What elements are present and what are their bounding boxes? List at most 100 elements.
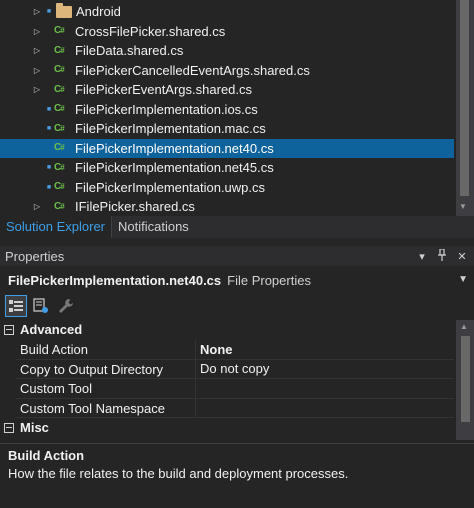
source-control-lock-icon: ■ [46,8,52,16]
lock-placeholder [44,139,54,158]
tab-notifications[interactable]: Notifications [112,216,195,238]
object-type: File Properties [227,272,311,288]
expand-arrow-icon[interactable]: ▷ [32,197,42,216]
expand-arrow-icon[interactable]: ▷ [32,22,42,41]
source-control-lock-icon: ■ [46,183,52,191]
property-row-custom-tool-namespace[interactable]: Custom Tool Namespace [16,398,454,418]
csharp-file-icon: C# [54,44,65,56]
collapse-icon[interactable] [4,324,14,335]
tree-item-label: IFilePicker.shared.cs [75,199,195,215]
properties-header: Properties ▾ ✕ [0,246,474,266]
property-grid-scrollbar[interactable]: ▲ [456,320,474,440]
tree-item-label: FilePickerImplementation.net40.cs [75,140,274,156]
tab-solution-explorer[interactable]: Solution Explorer [0,216,112,238]
categorized-icon [9,300,23,312]
csharp-file-icon: C# [54,142,65,154]
tree-item[interactable]: ▷ ■ Android [0,2,454,22]
property-name: Custom Tool Namespace [16,398,196,417]
tree-item-label: Android [76,4,121,20]
object-name: FilePickerImplementation.net40.cs [8,272,222,288]
expand-arrow-icon[interactable]: ▷ [32,61,42,80]
csharp-file-icon: C# [54,122,65,134]
expand-arrow-icon[interactable]: ▷ [32,41,42,60]
source-control-lock-icon: ■ [46,164,52,172]
description-text: How the file relates to the build and de… [8,466,349,481]
csharp-file-icon: C# [54,64,65,76]
expander-placeholder [32,119,42,138]
category-advanced[interactable]: Advanced [0,320,454,340]
property-value[interactable]: None [196,340,454,359]
tree-item[interactable]: ▷ C# IFilePicker.shared.cs [0,197,454,216]
lock-placeholder [44,41,54,60]
csharp-file-icon: C# [54,161,65,173]
tree-item-label: FilePickerEventArgs.shared.cs [75,82,253,98]
tree-item[interactable]: ▷ C# FileData.shared.cs [0,41,454,61]
folder-icon [56,2,72,18]
property-value[interactable]: Do not copy [196,359,454,378]
solution-explorer-tree: ▷ ■ Android ▷ C# CrossFilePicker.shared.cs ▷ C#… [0,0,474,216]
expander-placeholder [32,100,42,119]
collapse-icon[interactable] [4,422,14,433]
pin-icon[interactable] [434,247,450,264]
description-title: Build Action [8,448,85,463]
property-description-pane: Build Action How the file relates to the… [0,443,474,508]
tree-item[interactable]: ▷ C# CrossFilePicker.shared.cs [0,22,454,42]
tree-item-label: FilePickerImplementation.uwp.cs [75,179,266,195]
categorized-button[interactable] [5,295,27,317]
property-grid: Advanced Build Action None Copy to Outpu… [0,320,454,440]
tree-item[interactable]: ▷ C# FilePickerCancelledEventArgs.shared.c… [0,61,454,81]
property-name: Custom Tool [16,379,196,398]
property-name: Copy to Output Directory [16,359,196,378]
tree-vertical-scrollbar[interactable]: ▼ [456,0,474,216]
tree-scrollbar-thumb[interactable] [460,0,469,196]
property-name: Build Action [16,340,196,359]
csharp-file-icon: C# [54,83,65,95]
properties-title: Properties [5,248,65,264]
csharp-file-icon: C# [54,200,65,212]
lock-placeholder [44,80,54,99]
tree-item-label: FileData.shared.cs [75,43,184,59]
chevron-down-icon[interactable]: ▼ [458,270,468,290]
category-misc[interactable]: Misc [0,418,454,438]
object-selector[interactable]: FilePickerImplementation.net40.cs File P… [0,270,474,290]
category-label: Misc [20,420,49,436]
tree-item[interactable]: ■ C# FilePickerImplementation.net45.cs [0,158,454,178]
properties-toolbar [0,292,474,320]
source-control-lock-icon: ■ [46,105,52,113]
lock-placeholder [44,22,54,41]
tree-item-label: CrossFilePicker.shared.cs [75,23,226,39]
close-icon[interactable]: ✕ [454,250,470,263]
expand-arrow-icon[interactable]: ▷ [32,80,42,99]
tree-item[interactable]: ■ C# FilePickerImplementation.uwp.cs [0,178,454,198]
tree-item[interactable]: ■ C# FilePickerImplementation.ios.cs [0,100,454,120]
source-control-lock-icon: ■ [46,125,52,133]
expand-arrow-icon[interactable]: ▷ [32,2,42,21]
tool-window-tabs: Solution Explorer Notifications [0,216,474,238]
property-row-custom-tool[interactable]: Custom Tool [16,379,454,399]
property-row-build-action[interactable]: Build Action None [16,340,454,360]
expander-placeholder [32,139,42,158]
property-row-copy-to-output[interactable]: Copy to Output Directory Do not copy [16,359,454,379]
scroll-down-arrow-icon[interactable]: ▼ [459,202,467,211]
tree-item-label: FilePickerImplementation.net45.cs [75,160,274,176]
wrench-icon [59,299,73,313]
lock-placeholder [44,61,54,80]
tree-item-label: FilePickerImplementation.ios.cs [75,101,258,117]
scroll-up-arrow-icon[interactable]: ▲ [460,322,468,331]
csharp-file-icon: C# [54,181,65,193]
property-pages-icon [33,298,48,313]
tree-item[interactable]: C# FilePickerImplementation.net40.cs [0,138,454,158]
lock-placeholder [44,197,54,216]
csharp-file-icon: C# [54,103,65,115]
tree-item-label: FilePickerCancelledEventArgs.shared.cs [75,62,310,78]
expander-placeholder [32,178,42,197]
tree-item[interactable]: ■ C# FilePickerImplementation.mac.cs [0,119,454,139]
grid-scrollbar-thumb[interactable] [461,336,470,422]
csharp-file-icon: C# [54,25,65,37]
property-pages-button[interactable] [30,295,52,317]
window-position-dropdown-icon[interactable]: ▾ [414,250,430,263]
tree-item[interactable]: ▷ C# FilePickerEventArgs.shared.cs [0,80,454,100]
tree-item-label: FilePickerImplementation.mac.cs [75,121,266,137]
settings-wrench-button[interactable] [55,295,77,317]
category-label: Advanced [20,322,83,338]
